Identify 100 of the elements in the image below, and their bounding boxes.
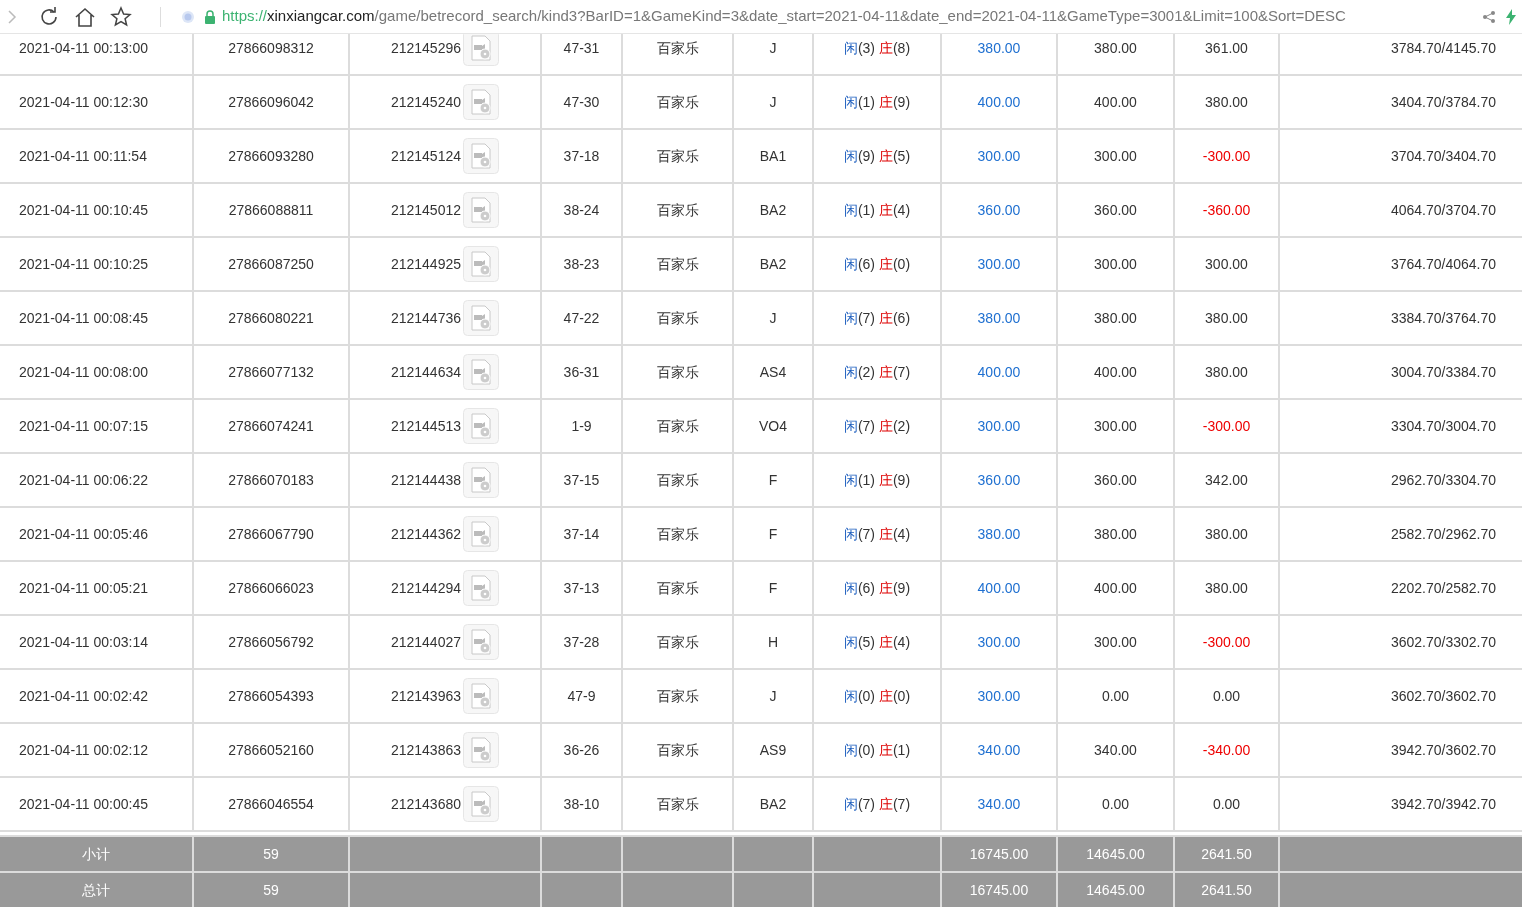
forward-icon[interactable] <box>7 8 17 25</box>
code-cell-text: J <box>769 92 777 112</box>
result-cell-text: 闲(6) 庄(9) <box>843 578 911 598</box>
time-cell-text: 2021-04-11 00:11:54 <box>19 146 147 166</box>
time-cell-text: 2021-04-11 00:06:22 <box>19 470 148 490</box>
video-file-icon[interactable] <box>463 570 499 606</box>
lightning-icon[interactable] <box>1506 8 1516 25</box>
time-cell-text: 2021-04-11 00:08:00 <box>19 362 148 382</box>
bet-amount-cell-text: 380.00 <box>977 38 1021 58</box>
code-cell-text: J <box>769 686 777 706</box>
bet-amount-cell-text: 340.00 <box>977 794 1021 814</box>
code-cell-text: F <box>768 578 778 598</box>
result-cell-text: 闲(7) 庄(6) <box>843 308 911 328</box>
time-cell-text: 2021-04-11 00:07:15 <box>19 416 148 436</box>
table-cell-text: 47-31 <box>563 38 600 58</box>
round-id-cell-text: 212144294 <box>390 578 461 598</box>
game-cell-text: 百家乐 <box>656 308 699 328</box>
result-cell-text: 闲(0) 庄(1) <box>843 740 911 760</box>
code-cell-text: BA2 <box>759 254 787 274</box>
totals-bet: 16745.00 <box>969 880 1029 900</box>
win-amount-cell-text: -360.00 <box>1202 200 1251 220</box>
totals-valid: 14645.00 <box>1086 880 1145 900</box>
balance-cell-text: 3704.70/3404.70 <box>1390 146 1496 166</box>
video-file-icon[interactable] <box>463 300 499 336</box>
video-file-icon[interactable] <box>463 192 499 228</box>
balance-cell-text: 2962.70/3304.70 <box>1390 470 1496 490</box>
totals-valid: 14645.00 <box>1086 844 1145 864</box>
totals-bet: 16745.00 <box>969 844 1029 864</box>
code-cell-text: BA1 <box>759 146 787 166</box>
time-cell-text: 2021-04-11 00:05:46 <box>19 524 148 544</box>
bet-amount-cell-text: 300.00 <box>977 416 1021 436</box>
table-cell-text: 37-28 <box>563 632 600 652</box>
round-id-cell-text: 212145124 <box>390 146 461 166</box>
balance-cell-text: 3764.70/4064.70 <box>1390 254 1496 274</box>
bet-amount-cell-text: 400.00 <box>977 92 1021 112</box>
table-cell-text: 37-15 <box>563 470 600 490</box>
bet-amount-cell-text: 300.00 <box>977 146 1021 166</box>
table-cell-text: 38-23 <box>563 254 600 274</box>
valid-amount-cell-text: 400.00 <box>1094 92 1137 112</box>
result-cell-text: 闲(1) 庄(9) <box>843 92 911 112</box>
video-file-icon[interactable] <box>463 354 499 390</box>
video-file-icon[interactable] <box>463 138 499 174</box>
video-file-icon[interactable] <box>463 462 499 498</box>
game-cell-text: 百家乐 <box>656 416 699 436</box>
video-file-icon[interactable] <box>463 246 499 282</box>
share-icon[interactable] <box>1482 9 1496 24</box>
game-cell-text: 百家乐 <box>656 146 699 166</box>
valid-amount-cell-text: 360.00 <box>1094 470 1137 490</box>
video-file-icon[interactable] <box>463 732 499 768</box>
valid-amount-cell-text: 380.00 <box>1094 524 1137 544</box>
table-cell-text: 38-24 <box>563 200 600 220</box>
video-file-icon[interactable] <box>463 408 499 444</box>
valid-amount-cell-text: 0.00 <box>1101 794 1130 814</box>
valid-amount-cell-text: 380.00 <box>1094 308 1137 328</box>
video-file-icon[interactable] <box>463 786 499 822</box>
result-cell-text: 闲(3) 庄(8) <box>843 38 911 58</box>
video-file-icon[interactable] <box>463 516 499 552</box>
game-cell-text: 百家乐 <box>656 470 699 490</box>
totals-win: 2641.50 <box>1201 844 1252 864</box>
video-file-icon[interactable] <box>463 34 499 66</box>
table-cell-text: 1-9 <box>571 416 592 436</box>
win-amount-cell-text: -300.00 <box>1202 146 1251 166</box>
bet-id-cell-text: 27866093280 <box>228 146 314 166</box>
result-cell-text: 闲(7) 庄(2) <box>843 416 911 436</box>
balance-cell-text: 3404.70/3784.70 <box>1390 92 1496 112</box>
table-cell-text: 37-18 <box>563 146 600 166</box>
video-file-icon[interactable] <box>463 678 499 714</box>
time-cell-text: 2021-04-11 00:12:30 <box>19 92 148 112</box>
bet-amount-cell-text: 380.00 <box>977 524 1021 544</box>
bet-amount-cell-text: 300.00 <box>977 632 1021 652</box>
star-icon[interactable] <box>110 5 132 28</box>
bet-id-cell-text: 27866087250 <box>228 254 314 274</box>
code-cell-text: BA2 <box>759 200 787 220</box>
balance-cell-text: 2202.70/2582.70 <box>1390 578 1496 598</box>
win-amount-cell-text: 0.00 <box>1212 686 1241 706</box>
bet-amount-cell-text: 400.00 <box>977 362 1021 382</box>
win-amount-cell-text: 342.00 <box>1205 470 1248 490</box>
totals-label: 小计 <box>82 844 110 864</box>
win-amount-cell-text: 380.00 <box>1205 362 1248 382</box>
time-cell-text: 2021-04-11 00:08:45 <box>19 308 148 328</box>
table-cell-text: 47-9 <box>567 686 596 706</box>
valid-amount-cell-text: 0.00 <box>1101 686 1130 706</box>
bet-id-cell-text: 27866054393 <box>228 686 314 706</box>
result-cell-text: 闲(2) 庄(7) <box>843 362 911 382</box>
address-bar[interactable]: https://xinxiangcar.com/game/betrecord_search/kind3?BarID=1&GameKind=3&date_start=2021-04-11&date_end=2021-04-11&GameType=3001&Limit=100&Sort=DESC <box>222 5 1346 28</box>
win-amount-cell-text: 300.00 <box>1205 254 1248 274</box>
reload-icon[interactable] <box>38 5 60 28</box>
balance-cell-text: 2582.70/2962.70 <box>1390 524 1496 544</box>
round-id-cell-text: 212144736 <box>390 308 461 328</box>
balance-cell-text: 4064.70/3704.70 <box>1390 200 1496 220</box>
round-id-cell-text: 212143680 <box>390 794 461 814</box>
video-file-icon[interactable] <box>463 624 499 660</box>
video-file-icon[interactable] <box>463 84 499 120</box>
round-id-cell-text: 212143863 <box>390 740 461 760</box>
valid-amount-cell-text: 300.00 <box>1094 254 1137 274</box>
bet-id-cell-text: 27866052160 <box>228 740 314 760</box>
result-cell-text: 闲(1) 庄(4) <box>843 200 911 220</box>
site-info-icon[interactable] <box>181 9 195 24</box>
home-icon[interactable] <box>74 5 96 28</box>
bet-id-cell-text: 27866070183 <box>228 470 314 490</box>
